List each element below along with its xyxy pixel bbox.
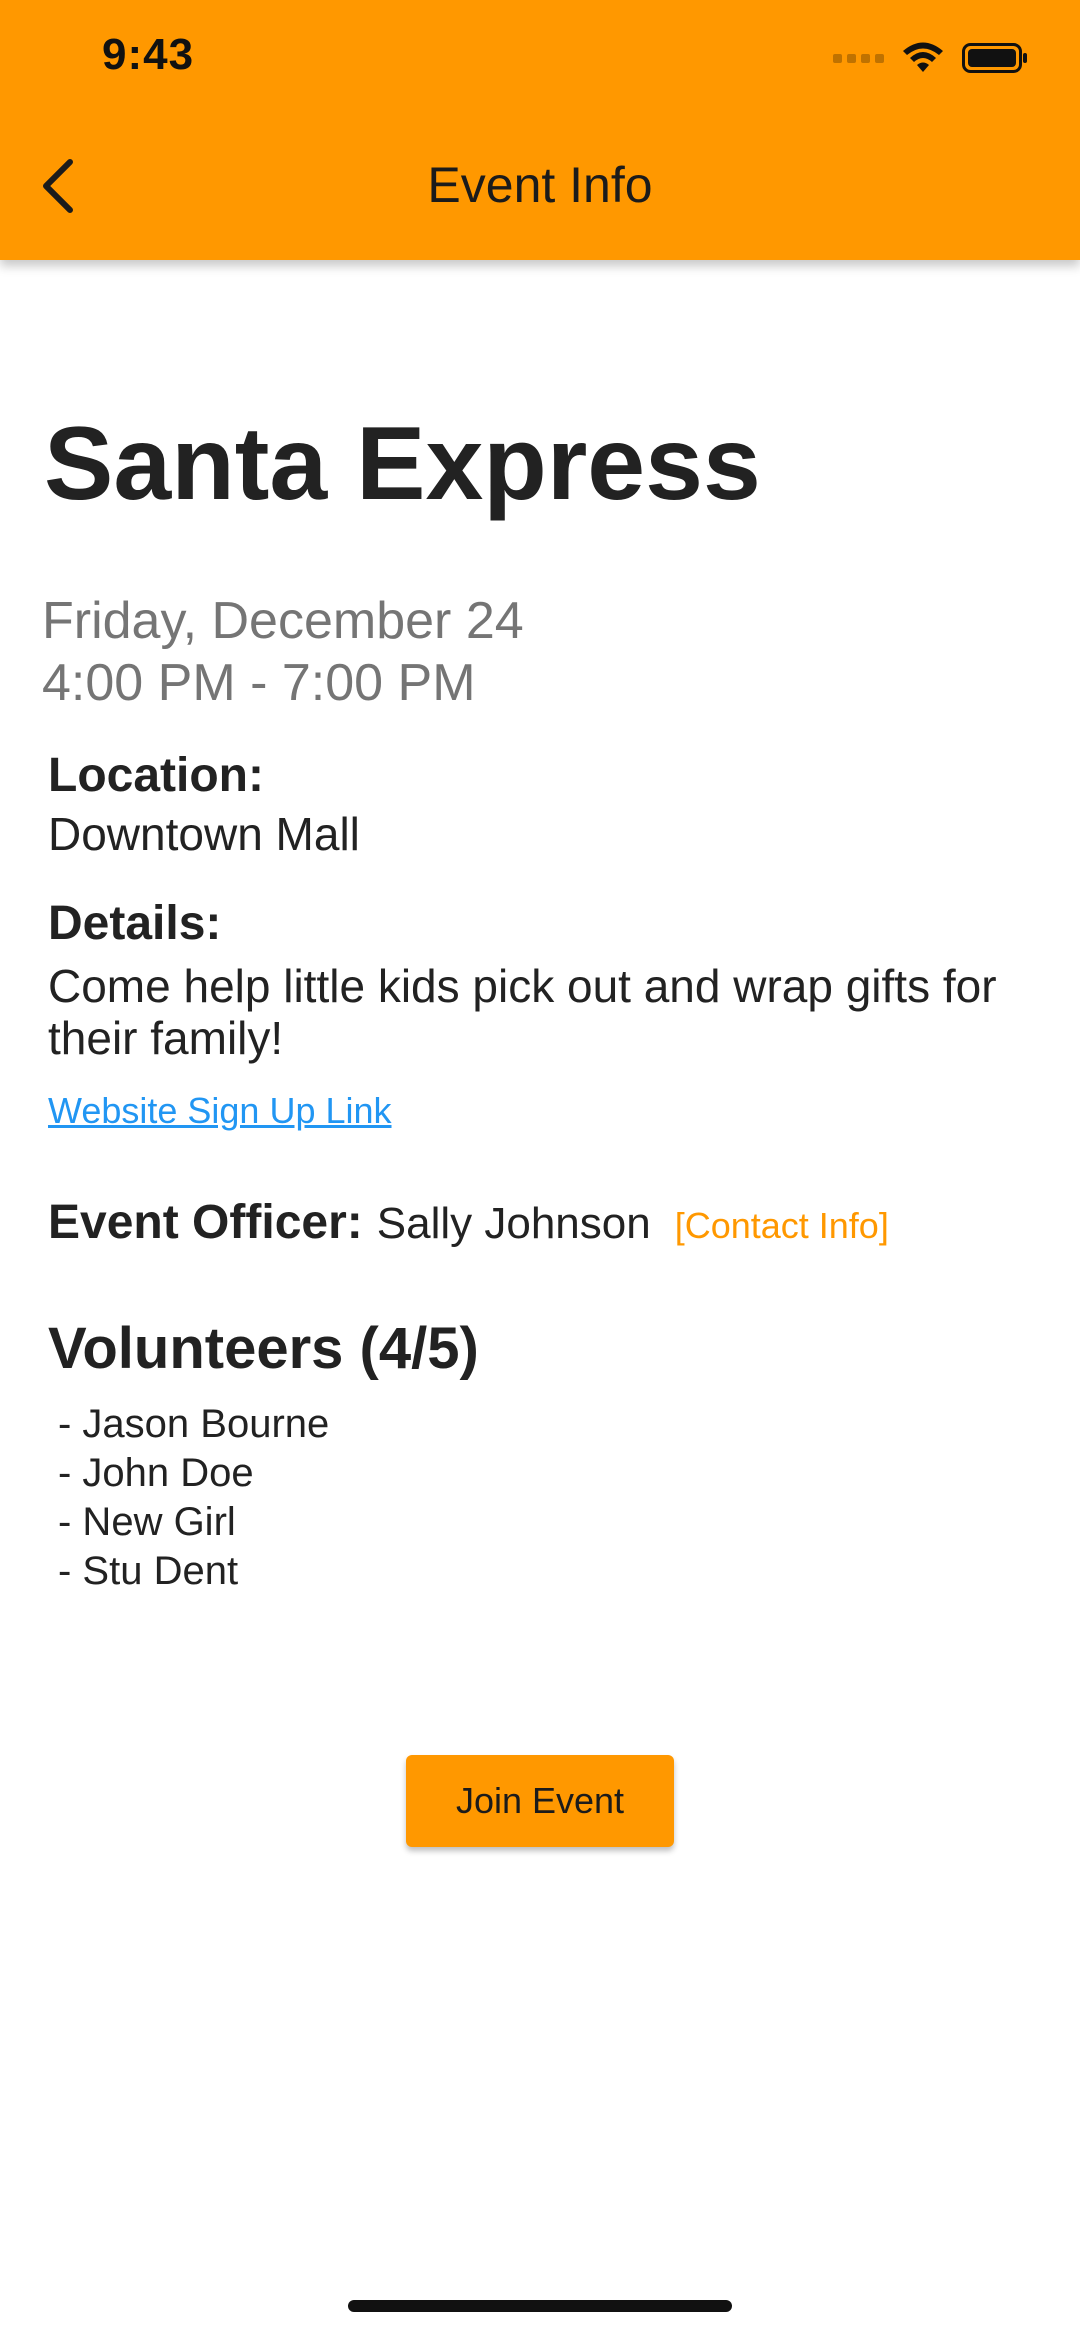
list-item: - Stu Dent xyxy=(58,1549,239,1593)
app-bar: 9:43 Event Info xyxy=(0,0,1080,260)
join-event-button[interactable]: Join Event xyxy=(406,1755,674,1847)
volunteers-title: Volunteers (4/5) xyxy=(48,1316,479,1381)
location-label: Location: xyxy=(48,749,264,802)
location-value: Downtown Mall xyxy=(48,808,360,860)
event-date: Friday, December 24 xyxy=(42,592,524,650)
home-indicator[interactable] xyxy=(348,2300,732,2312)
details-label: Details: xyxy=(48,897,222,950)
list-item: - Jason Bourne xyxy=(58,1402,330,1446)
event-time-range: 4:00 PM - 7:00 PM xyxy=(42,654,476,712)
page-title: Event Info xyxy=(427,157,653,213)
officer-name: Sally Johnson xyxy=(376,1199,651,1248)
website-signup-link[interactable]: Website Sign Up Link xyxy=(48,1090,392,1132)
details-text: Come help little kids pick out and wrap … xyxy=(48,960,997,1064)
list-item: - New Girl xyxy=(58,1500,236,1544)
battery-icon xyxy=(962,43,1027,73)
status-time: 9:43 xyxy=(102,30,195,79)
wifi-icon xyxy=(903,42,943,72)
volunteer-list: - Jason Bourne - John Doe - New Girl - S… xyxy=(58,1400,329,1596)
event-title: Santa Express xyxy=(44,406,761,522)
contact-info-link[interactable]: [Contact Info] xyxy=(675,1205,889,1247)
list-item: - John Doe xyxy=(58,1451,254,1495)
officer-label: Event Officer: xyxy=(48,1196,363,1249)
event-datetime: Friday, December 24 4:00 PM - 7:00 PM xyxy=(42,590,524,714)
event-officer-row: Event Officer: Sally Johnson [Contact In… xyxy=(48,1195,889,1250)
status-icons xyxy=(833,38,1028,78)
signal-dots-icon xyxy=(833,53,884,63)
